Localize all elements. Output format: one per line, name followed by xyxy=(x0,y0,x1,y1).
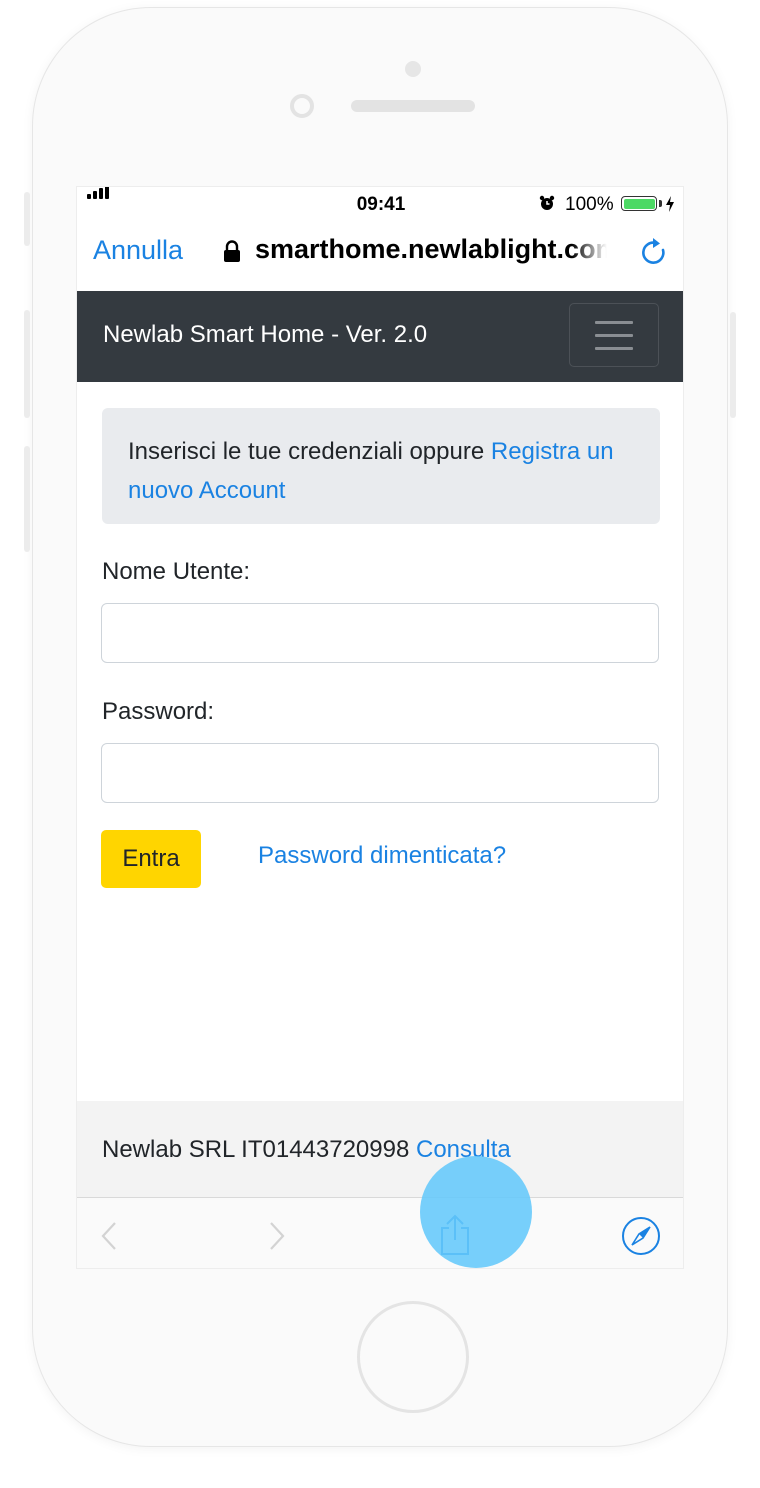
chevron-left-icon[interactable] xyxy=(99,1220,119,1252)
touch-indicator xyxy=(420,1156,532,1268)
earpiece-speaker xyxy=(351,100,475,112)
info-alert: Inserisci le tue credenziali oppure Regi… xyxy=(102,408,660,524)
battery-nub xyxy=(659,200,662,207)
volume-down-button xyxy=(24,446,30,552)
volume-up-button xyxy=(24,310,30,418)
company-info: Newlab SRL IT01443720998 xyxy=(102,1136,416,1163)
username-label: Nome Utente: xyxy=(102,558,251,585)
password-label: Password: xyxy=(102,698,215,725)
footer-text: Newlab SRL IT01443720998 Consulta xyxy=(102,1136,511,1164)
screen: 09:41 100% Annulla smarthome.newlablight… xyxy=(76,186,684,1269)
navbar-toggle-button[interactable] xyxy=(569,303,659,367)
forgot-password-link[interactable]: Password dimenticata? xyxy=(258,842,506,870)
chevron-right-icon[interactable] xyxy=(267,1220,287,1252)
power-button xyxy=(730,312,736,418)
hamburger-menu-icon xyxy=(595,321,633,324)
hamburger-line xyxy=(595,347,633,350)
proximity-sensor xyxy=(405,61,421,77)
alert-text: Inserisci le tue credenziali oppure xyxy=(128,438,491,465)
front-camera xyxy=(290,94,314,118)
lock-icon xyxy=(224,240,240,262)
hamburger-line xyxy=(595,334,633,337)
cancel-button[interactable]: Annulla xyxy=(93,235,183,266)
navbar: Newlab Smart Home - Ver. 2.0 xyxy=(77,291,683,382)
username-input[interactable] xyxy=(101,603,659,663)
alarm-clock-icon xyxy=(539,195,555,210)
navbar-brand[interactable]: Newlab Smart Home - Ver. 2.0 xyxy=(103,321,427,349)
login-button[interactable]: Entra xyxy=(101,830,201,888)
battery-percent: 100% xyxy=(565,194,614,215)
browser-url-bar: Annulla smarthome.newlablight.com xyxy=(77,221,683,291)
url-field[interactable]: smarthome.newlablight.com xyxy=(255,234,607,265)
mute-switch xyxy=(24,192,30,246)
footer: Newlab SRL IT01443720998 Consulta xyxy=(77,1101,683,1198)
password-input[interactable] xyxy=(101,743,659,803)
charging-bolt-icon xyxy=(666,196,674,212)
reload-icon[interactable] xyxy=(639,236,669,268)
battery-icon xyxy=(621,196,657,211)
home-button[interactable] xyxy=(357,1301,469,1413)
browser-toolbar xyxy=(77,1197,683,1268)
status-bar: 09:41 100% xyxy=(77,187,683,221)
safari-compass-icon[interactable] xyxy=(621,1216,661,1256)
